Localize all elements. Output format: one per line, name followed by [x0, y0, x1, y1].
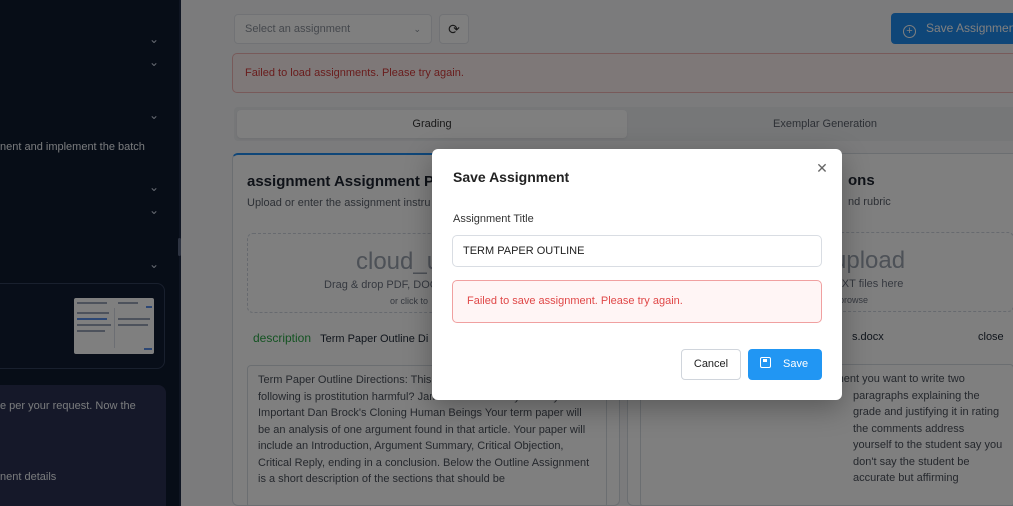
save-button-label: Save: [783, 358, 809, 370]
save-error-message: Failed to save assignment. Please try ag…: [452, 280, 822, 323]
save-icon: [760, 357, 771, 368]
assignment-title-input[interactable]: [452, 235, 822, 267]
dialog-title: Save Assignment: [453, 169, 570, 185]
cancel-button[interactable]: Cancel: [681, 349, 741, 380]
assignment-title-label: Assignment Title: [453, 213, 534, 225]
close-icon[interactable]: ✕: [815, 160, 829, 176]
save-button[interactable]: Save: [748, 349, 822, 380]
save-assignment-dialog: Save Assignment ✕ Assignment Title Faile…: [432, 149, 842, 400]
